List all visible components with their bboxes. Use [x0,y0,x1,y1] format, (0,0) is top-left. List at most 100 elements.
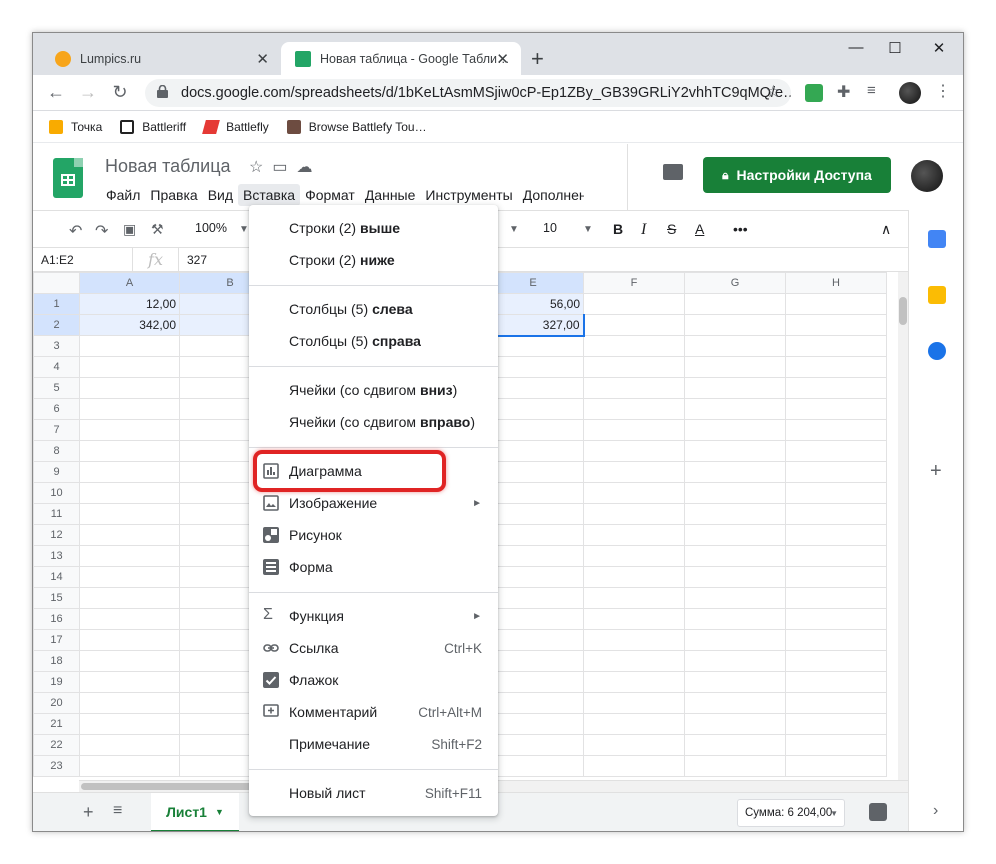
grid-cell[interactable] [785,377,887,399]
menu-data[interactable]: Данные [360,184,421,206]
print-icon[interactable]: ▣ [123,221,136,238]
scroll-thumb[interactable] [81,783,261,790]
grid-cell[interactable] [684,377,786,399]
formula-input[interactable]: 327 [178,248,207,271]
menu-item-cells-right[interactable]: Ячейки (со сдвигом вправо) [249,406,498,438]
grid-cell[interactable] [583,734,685,756]
grid-cell[interactable] [785,482,887,504]
grid-cell[interactable] [583,461,685,483]
new-tab-button[interactable]: + [531,46,544,72]
menu-edit[interactable]: Правка [145,184,202,206]
reload-icon[interactable]: ↻ [109,82,131,103]
bookmark-item[interactable]: Browse Battlefy Tou… [286,119,427,134]
bookmark-item[interactable]: Battlefly [202,119,269,134]
grid-cell[interactable] [785,314,887,336]
grid-cell[interactable] [79,650,180,672]
row-header[interactable]: 19 [33,671,80,693]
grid-cell[interactable] [583,356,685,378]
grid-cell[interactable] [785,755,887,777]
grid-cell[interactable] [684,734,786,756]
grid-cell[interactable] [583,650,685,672]
row-header[interactable]: 16 [33,608,80,630]
grid-cell[interactable] [583,713,685,735]
grid-cell[interactable] [79,755,180,777]
grid-cell[interactable] [583,398,685,420]
menu-file[interactable]: Файл [101,184,145,206]
profile-avatar[interactable] [899,82,921,104]
tab-sheets[interactable]: Новая таблица - Google Табли… ✕ [281,42,521,75]
grid-cell[interactable] [785,671,887,693]
grid-cell[interactable]: 12,00 [79,293,180,315]
grid-cell[interactable] [79,713,180,735]
row-header[interactable]: 2 [33,314,80,336]
grid-cell[interactable] [583,482,685,504]
text-color-icon[interactable]: A [695,221,704,237]
grid-cell[interactable] [684,566,786,588]
row-header[interactable]: 17 [33,629,80,651]
add-addon-icon[interactable]: + [930,460,942,483]
grid-cell[interactable] [684,356,786,378]
chevron-down-icon[interactable]: ▼ [509,224,519,235]
grid-cell[interactable] [583,419,685,441]
maximize-button[interactable]: ☐ [880,39,910,57]
menu-format[interactable]: Формат [300,184,360,206]
grid-cell[interactable]: 342,00 [79,314,180,336]
grid-cell[interactable] [684,629,786,651]
grid-cell[interactable] [79,419,180,441]
bold-icon[interactable]: B [613,221,623,237]
more-options-icon[interactable]: ••• [733,221,748,237]
row-header[interactable]: 20 [33,692,80,714]
grid-cell[interactable] [583,335,685,357]
sheets-logo-icon[interactable] [53,158,83,198]
back-icon[interactable]: ← [45,82,67,103]
menu-view[interactable]: Вид [203,184,238,206]
menu-item-cells-down[interactable]: Ячейки (со сдвигом вниз) [249,374,498,406]
keep-icon[interactable] [928,286,946,304]
grid-cell[interactable] [785,356,887,378]
extension-check-icon[interactable] [805,84,823,102]
add-sheet-icon[interactable]: + [83,802,94,823]
menu-dots-icon[interactable]: ⋮ [935,81,953,100]
media-control-icon[interactable]: ≡ [867,82,885,100]
close-window-button[interactable]: ✕ [924,39,954,57]
star-icon[interactable]: ☆ [249,159,272,176]
menu-item-rows-below[interactable]: Строки (2) ниже [249,244,498,276]
row-header[interactable]: 22 [33,734,80,756]
grid-cell[interactable] [583,629,685,651]
paint-format-icon[interactable]: ⚒ [151,221,164,238]
grid-cell[interactable] [785,440,887,462]
grid-cell[interactable] [79,671,180,693]
row-header[interactable]: 6 [33,398,80,420]
grid-cell[interactable] [785,545,887,567]
close-tab-icon[interactable]: ✕ [496,50,509,68]
calendar-icon[interactable] [928,230,946,248]
row-header[interactable]: 5 [33,377,80,399]
row-header[interactable]: 11 [33,503,80,525]
menu-item-link[interactable]: Ссылка Ctrl+K [249,632,498,664]
grid-cell[interactable] [785,419,887,441]
document-title[interactable]: Новая таблица [105,156,231,177]
grid-cell[interactable] [583,671,685,693]
grid-cell[interactable] [785,587,887,609]
menu-item-drawing[interactable]: Рисунок [249,519,498,551]
all-sheets-icon[interactable]: ≡ [113,802,122,820]
bookmark-star-icon[interactable]: ☆ [766,82,781,102]
grid-cell[interactable] [79,461,180,483]
grid-cell[interactable] [583,524,685,546]
row-header[interactable]: 21 [33,713,80,735]
menu-addons[interactable]: Дополнения [518,184,584,206]
strikethrough-icon[interactable]: S [667,221,676,237]
menu-tools[interactable]: Инструменты [420,184,517,206]
grid-cell[interactable] [583,314,685,336]
menu-item-form[interactable]: Форма [249,551,498,583]
explore-icon[interactable] [869,803,887,821]
corner-cell[interactable] [33,272,80,294]
row-header[interactable]: 23 [33,755,80,777]
grid-cell[interactable] [79,545,180,567]
grid-cell[interactable] [583,377,685,399]
row-header[interactable]: 13 [33,545,80,567]
grid-cell[interactable] [79,629,180,651]
row-header[interactable]: 9 [33,461,80,483]
grid-cell[interactable] [583,755,685,777]
name-box[interactable]: A1:E2 [33,248,133,271]
